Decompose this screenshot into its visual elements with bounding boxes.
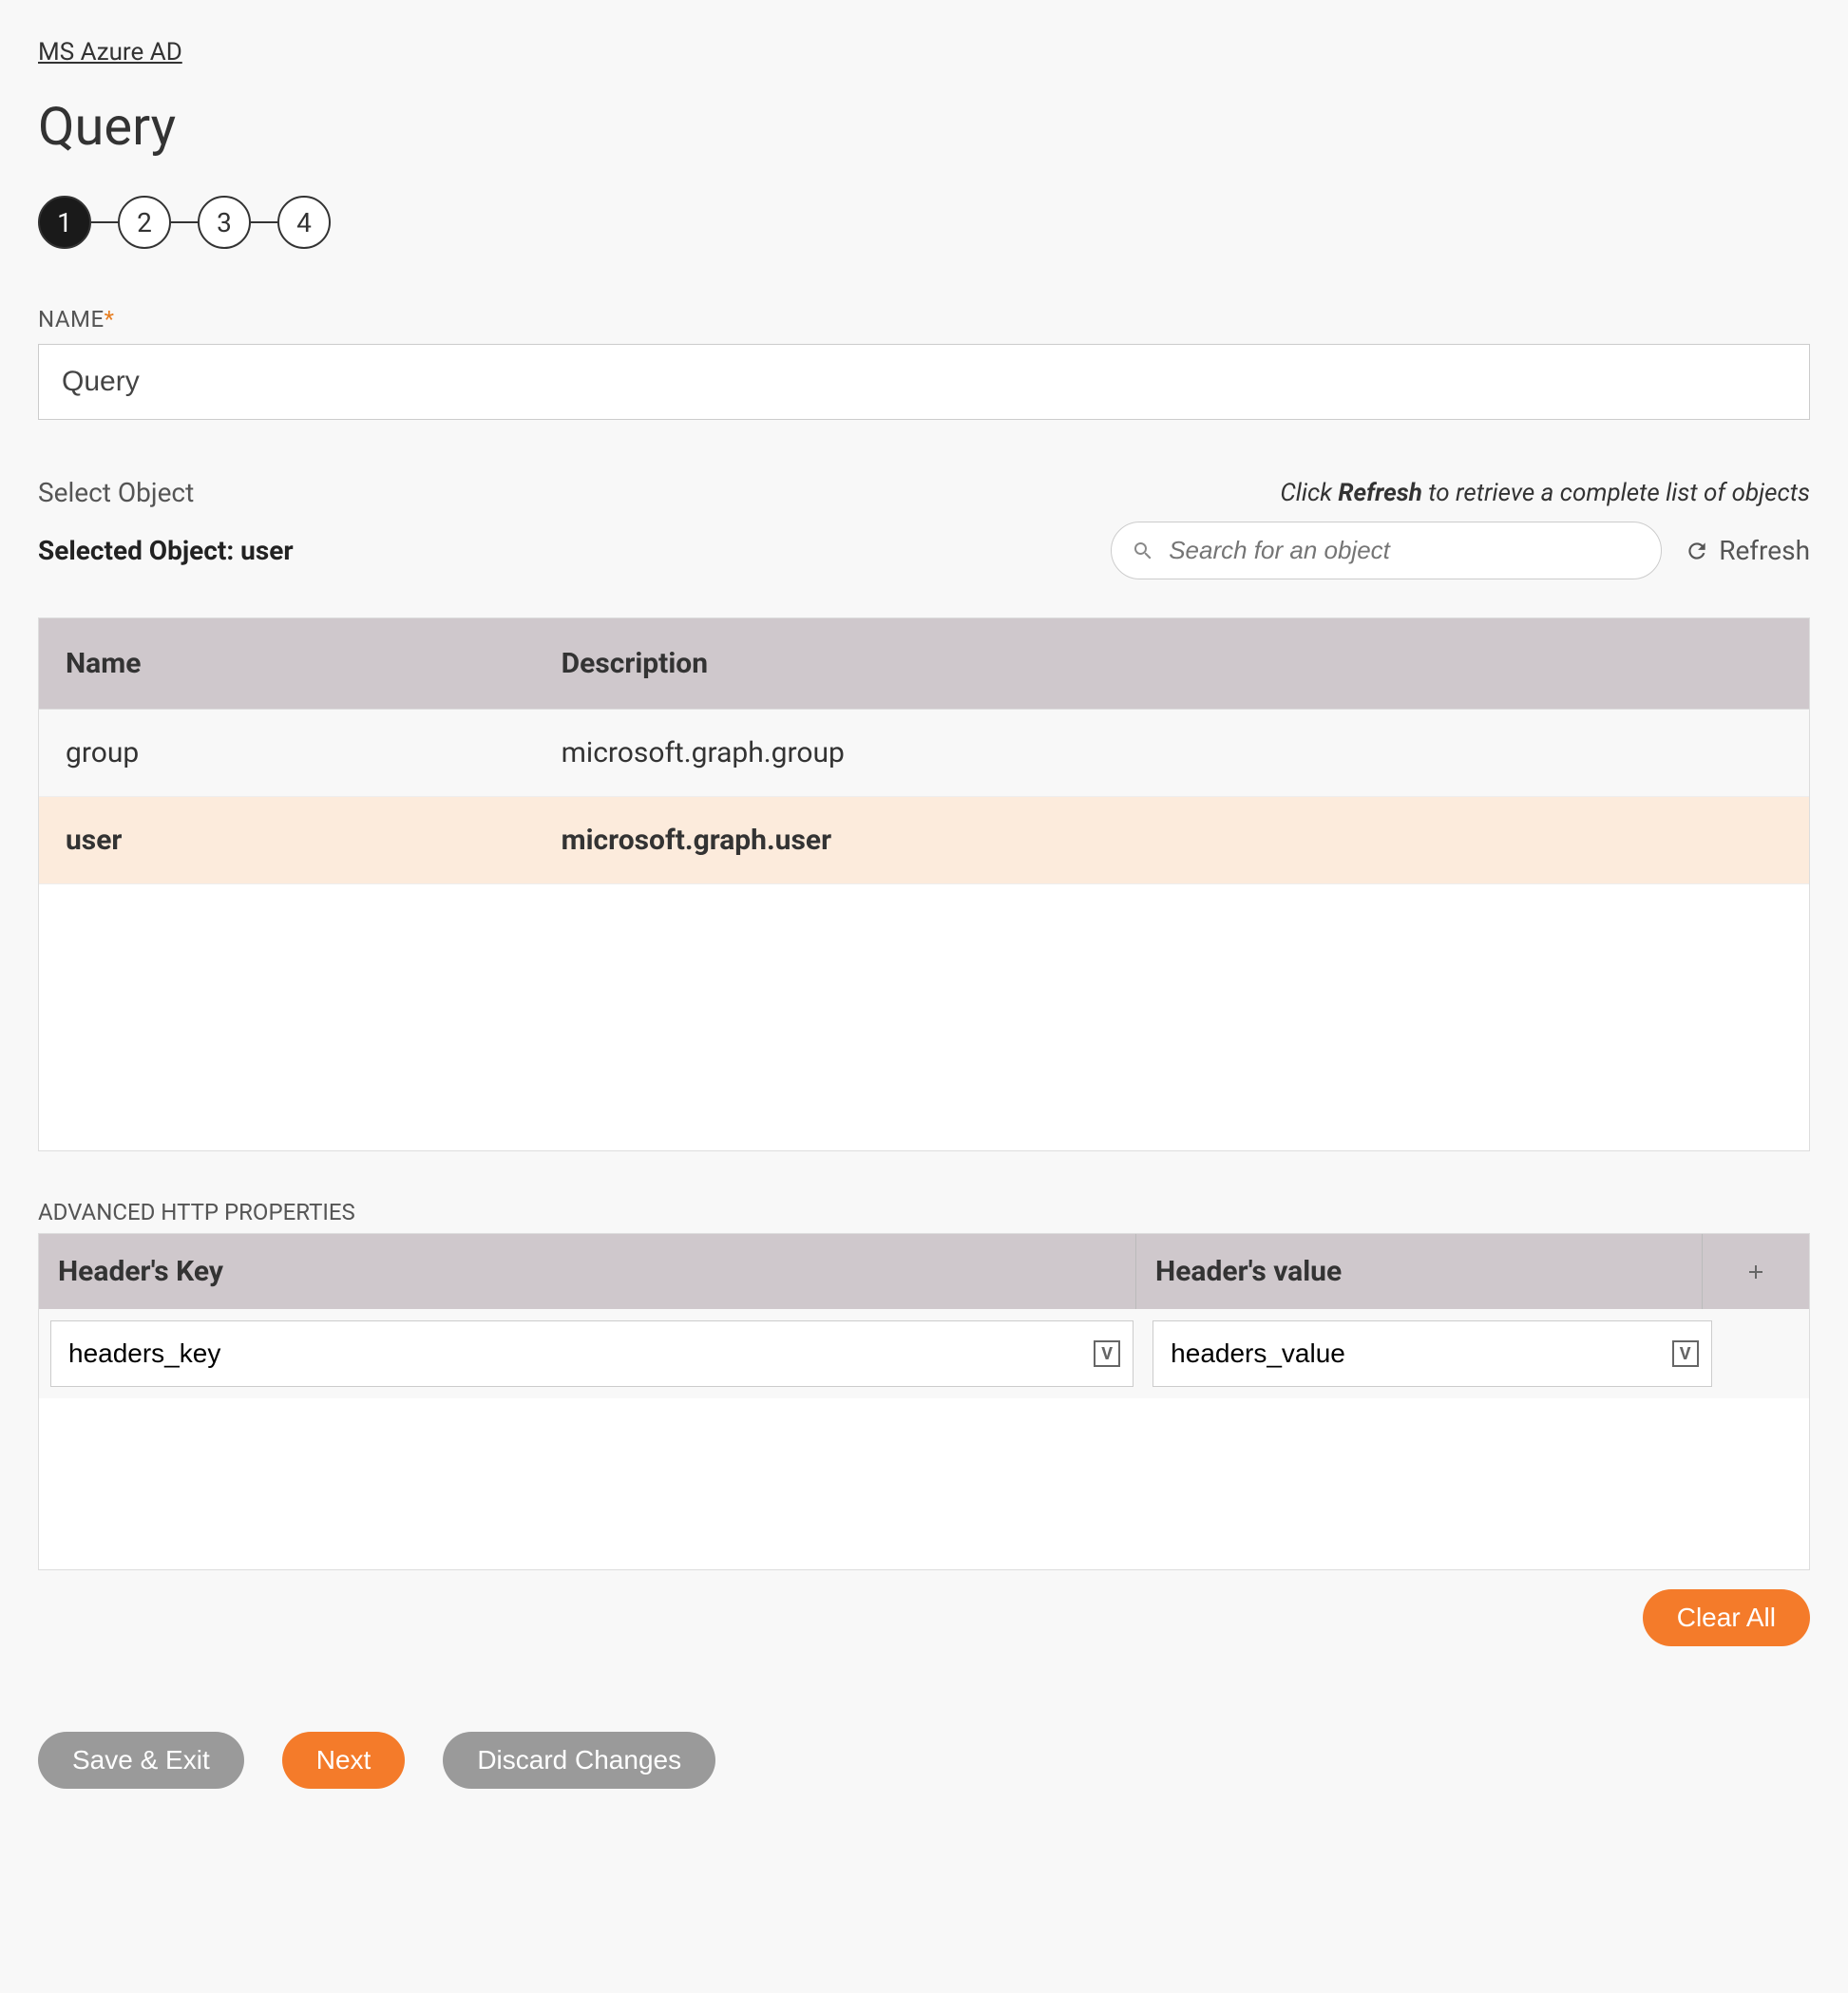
search-input[interactable]: [1111, 522, 1662, 579]
cell-name: group: [39, 710, 535, 797]
discard-changes-button[interactable]: Discard Changes: [443, 1732, 715, 1789]
advanced-spacer: [39, 1398, 1809, 1569]
variable-picker-icon[interactable]: V: [1094, 1340, 1120, 1367]
refresh-icon: [1685, 539, 1709, 563]
stepper: 1 2 3 4: [38, 196, 1810, 249]
search-icon: [1132, 540, 1154, 562]
step-1[interactable]: 1: [38, 196, 91, 249]
add-row-button[interactable]: [1703, 1234, 1809, 1309]
advanced-row: V V: [39, 1309, 1809, 1398]
step-line: [91, 221, 118, 223]
th-header-key: Header's Key: [39, 1234, 1136, 1309]
clear-all-button[interactable]: Clear All: [1643, 1589, 1810, 1646]
object-table: Name Description group microsoft.graph.g…: [39, 618, 1809, 884]
table-row[interactable]: user microsoft.graph.user: [39, 797, 1809, 884]
selected-object-label: Selected Object: user: [38, 535, 294, 566]
refresh-button[interactable]: Refresh: [1685, 535, 1810, 566]
advanced-label: ADVANCED HTTP PROPERTIES: [38, 1199, 1810, 1225]
step-2[interactable]: 2: [118, 196, 171, 249]
step-line: [251, 221, 277, 223]
refresh-hint: Click Refresh to retrieve a complete lis…: [1280, 479, 1810, 507]
step-3[interactable]: 3: [198, 196, 251, 249]
refresh-label: Refresh: [1719, 535, 1810, 566]
table-spacer: [39, 884, 1809, 1150]
th-description: Description: [535, 618, 1809, 710]
step-4[interactable]: 4: [277, 196, 331, 249]
name-label: NAME*: [38, 306, 1810, 332]
step-line: [171, 221, 198, 223]
header-value-input[interactable]: [1153, 1320, 1711, 1387]
cell-description: microsoft.graph.user: [535, 797, 1809, 884]
cell-description: microsoft.graph.group: [535, 710, 1809, 797]
save-exit-button[interactable]: Save & Exit: [38, 1732, 244, 1789]
plus-icon: [1744, 1261, 1767, 1283]
variable-picker-icon[interactable]: V: [1672, 1340, 1699, 1367]
table-row[interactable]: group microsoft.graph.group: [39, 710, 1809, 797]
breadcrumb-link[interactable]: MS Azure AD: [38, 38, 182, 66]
page-title: Query: [38, 95, 1810, 158]
name-input[interactable]: [38, 344, 1810, 420]
advanced-table: Header's Key Header's value V V: [38, 1233, 1810, 1570]
cell-name: user: [39, 797, 535, 884]
th-name: Name: [39, 618, 535, 710]
header-key-input[interactable]: [50, 1320, 1134, 1387]
select-object-label: Select Object: [38, 477, 194, 508]
next-button[interactable]: Next: [282, 1732, 406, 1789]
th-header-value: Header's value: [1136, 1234, 1703, 1309]
